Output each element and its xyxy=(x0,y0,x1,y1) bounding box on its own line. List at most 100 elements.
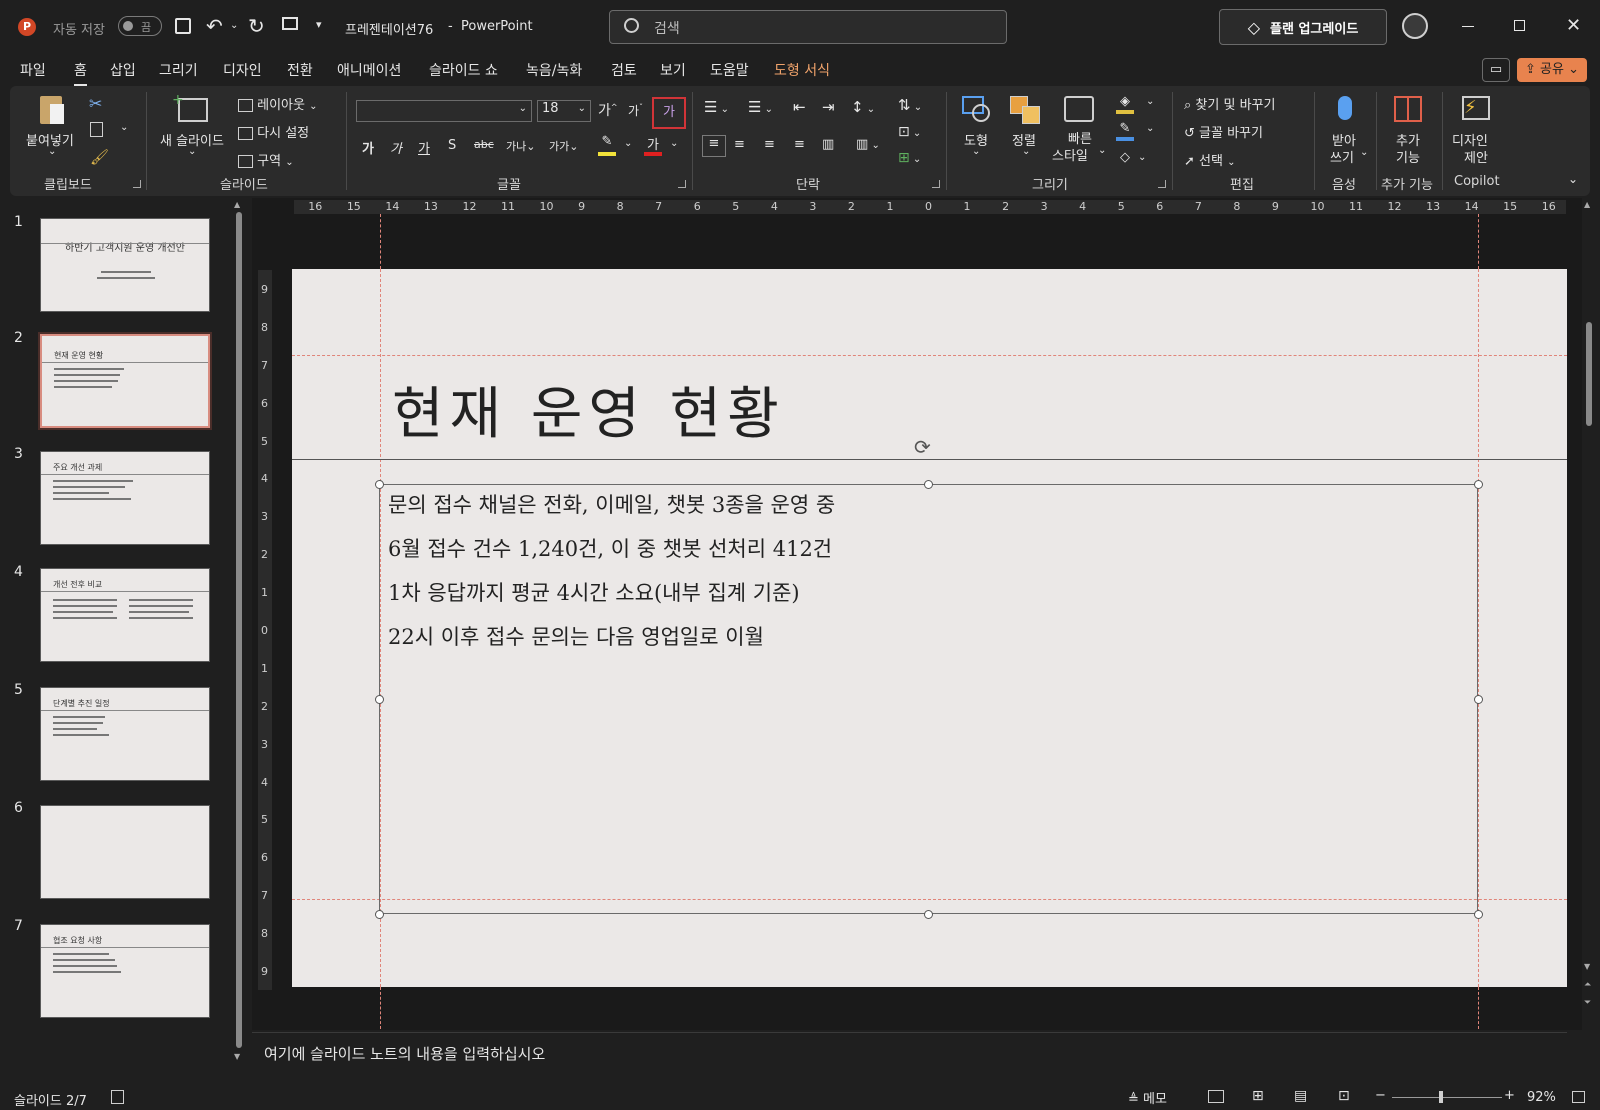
slide-thumbnail-4[interactable]: 개선 전후 비교 xyxy=(40,568,210,662)
decrease-indent-icon[interactable]: ⇤ xyxy=(793,98,806,116)
highlight-icon[interactable]: ✎ xyxy=(598,134,616,156)
clear-formatting-icon[interactable]: 가 xyxy=(652,97,686,129)
bullets-icon[interactable]: ☰ ⌄ xyxy=(704,98,729,116)
panel-scroll-up-icon[interactable]: ▲ xyxy=(234,200,240,209)
shape-fill-icon[interactable]: ◈ xyxy=(1116,94,1134,114)
tab-animations[interactable]: 애니메이션 xyxy=(337,60,401,80)
slide-thumbnail-7[interactable]: 협조 요청 사항 xyxy=(40,924,210,1018)
font-size-dropdown[interactable]: 18 ⌄ xyxy=(537,100,591,122)
font-name-dropdown[interactable]: ⌄ xyxy=(356,100,532,122)
resize-handle[interactable] xyxy=(375,480,384,489)
zoom-slider[interactable] xyxy=(1392,1091,1502,1103)
customize-toolbar-icon[interactable]: ▾ xyxy=(316,18,322,31)
arrange-button[interactable]: 정렬 ⌄ xyxy=(1004,94,1048,164)
bold-icon[interactable]: 가 xyxy=(362,138,374,157)
shape-outline-dropdown-icon[interactable]: ⌄ xyxy=(1146,123,1154,134)
share-button[interactable]: ⇪ 공유 ⌄ xyxy=(1517,58,1587,82)
increase-indent-icon[interactable]: ⇥ xyxy=(822,98,835,116)
resize-handle[interactable] xyxy=(375,695,384,704)
section-button[interactable]: 구역 ⌄ xyxy=(238,150,328,170)
designer-button[interactable]: ⚡ 디자인 제안 xyxy=(1452,94,1500,166)
resize-handle[interactable] xyxy=(1474,910,1483,919)
layout-button[interactable]: 레이아웃 ⌄ xyxy=(238,94,328,114)
slide-thumbnail-2[interactable]: 현재 운영 현황 xyxy=(38,332,212,430)
tab-transitions[interactable]: 전환 xyxy=(287,60,313,80)
previous-slide-icon[interactable]: ⏶ xyxy=(1584,980,1591,990)
slide-thumbnail-5[interactable]: 단계별 추진 일정 xyxy=(40,687,210,781)
align-right-icon[interactable]: ≡ xyxy=(764,137,775,152)
zoom-level[interactable]: 92% xyxy=(1527,1090,1556,1105)
distributed-icon[interactable]: ▥ xyxy=(822,137,834,152)
shape-effects-dropdown-icon[interactable]: ⌄ xyxy=(1138,152,1146,163)
next-slide-icon[interactable]: ⏷ xyxy=(1584,998,1591,1008)
tab-draw[interactable]: 그리기 xyxy=(159,60,198,80)
shapes-button[interactable]: 도형 ⌄ xyxy=(958,94,998,164)
tab-help[interactable]: 도움말 xyxy=(710,60,749,80)
paragraph-launcher-icon[interactable] xyxy=(932,180,940,188)
addins-button[interactable]: 추가 기능 xyxy=(1388,94,1432,166)
collapse-ribbon-icon[interactable]: ⌄ xyxy=(1568,172,1578,186)
align-center-icon[interactable]: ≡ xyxy=(734,137,745,152)
canvas-scroll-down-icon[interactable]: ▼ xyxy=(1584,962,1590,971)
quick-styles-button[interactable]: 빠른 스타일 ⌄ xyxy=(1052,94,1108,164)
tab-slideshow[interactable]: 슬라이드 쇼 xyxy=(429,60,498,80)
italic-icon[interactable]: 가 xyxy=(390,138,402,157)
justify-icon[interactable]: ≡ xyxy=(794,137,805,152)
close-icon[interactable]: ✕ xyxy=(1566,15,1581,36)
decrease-font-icon[interactable]: 가ˇ xyxy=(628,102,643,119)
smartart-icon[interactable]: ⊞ ⌄ xyxy=(898,150,921,166)
tab-home[interactable]: 홈 xyxy=(74,60,87,87)
reset-button[interactable]: 다시 설정 xyxy=(238,122,328,142)
maximize-icon[interactable] xyxy=(1514,20,1525,31)
tab-view[interactable]: 보기 xyxy=(660,60,686,80)
undo-dropdown-icon[interactable]: ⌄ xyxy=(230,20,238,31)
slide-title[interactable]: 현재 운영 현황 xyxy=(392,369,785,450)
normal-view-icon[interactable] xyxy=(1208,1090,1224,1103)
redo-icon[interactable]: ↻ xyxy=(248,14,265,38)
panel-scrollbar-thumb[interactable] xyxy=(236,212,242,1048)
tab-design[interactable]: 디자인 xyxy=(223,60,262,80)
char-spacing-icon[interactable]: 가나⌄ xyxy=(506,138,535,154)
zoom-slider-thumb[interactable] xyxy=(1439,1091,1443,1103)
text-direction-icon[interactable]: ⇅ ⌄ xyxy=(898,96,922,114)
slide-thumbnail-1[interactable]: 하반기 고객지원 운영 개선안 xyxy=(40,218,210,312)
accessibility-icon[interactable] xyxy=(111,1090,124,1104)
notes-pane[interactable]: 여기에 슬라이드 노트의 내용을 입력하십시오 xyxy=(252,1032,1567,1077)
canvas-scrollbar-thumb[interactable] xyxy=(1586,322,1592,426)
font-color-icon[interactable]: 가 xyxy=(644,134,662,156)
notes-toggle[interactable]: ≜ 메모 xyxy=(1128,1088,1167,1107)
drawing-launcher-icon[interactable] xyxy=(1158,180,1166,188)
align-left-icon[interactable]: ≡ xyxy=(702,135,726,157)
tab-file[interactable]: 파일 xyxy=(20,60,46,80)
resize-handle[interactable] xyxy=(375,910,384,919)
new-slide-button[interactable]: + 새 슬라이드 ⌄ xyxy=(158,92,228,166)
shape-outline-icon[interactable]: ✎ xyxy=(1116,121,1134,141)
strikethrough-icon[interactable]: abc xyxy=(474,138,494,151)
change-case-icon[interactable]: 가가⌄ xyxy=(549,138,578,154)
copy-icon[interactable] xyxy=(90,122,103,137)
shadow-icon[interactable]: S xyxy=(448,138,456,153)
undo-icon[interactable]: ↶ xyxy=(206,14,223,38)
canvas-scroll-up-icon[interactable]: ▲ xyxy=(1584,200,1590,209)
align-text-icon[interactable]: ⊡ ⌄ xyxy=(898,124,921,140)
search-box[interactable]: 검색 xyxy=(609,10,1007,44)
highlight-dropdown-icon[interactable]: ⌄ xyxy=(624,138,632,149)
slideshow-icon[interactable]: ⊡ xyxy=(1338,1088,1350,1104)
columns-icon[interactable]: ▥ ⌄ xyxy=(856,137,880,152)
clipboard-launcher-icon[interactable] xyxy=(133,180,141,188)
autosave-toggle[interactable]: 끔 xyxy=(118,16,162,36)
line-spacing-icon[interactable]: ↕ ⌄ xyxy=(851,98,875,116)
tab-insert[interactable]: 삽입 xyxy=(110,60,136,80)
select-button[interactable]: ➚ 선택 ⌄ xyxy=(1184,150,1304,170)
paste-button[interactable]: 붙여넣기 ⌄ xyxy=(26,94,80,166)
numbering-icon[interactable]: ☰ ⌄ xyxy=(748,98,773,116)
font-color-dropdown-icon[interactable]: ⌄ xyxy=(670,138,678,149)
resize-handle[interactable] xyxy=(1474,480,1483,489)
comments-icon[interactable]: ▭ xyxy=(1482,58,1510,82)
present-icon[interactable] xyxy=(282,17,298,30)
slide-thumbnail-6[interactable] xyxy=(40,805,210,899)
shape-fill-dropdown-icon[interactable]: ⌄ xyxy=(1146,96,1154,107)
cut-icon[interactable]: ✂ xyxy=(89,94,102,113)
upgrade-plan-button[interactable]: ◇ 플랜 업그레이드 xyxy=(1219,9,1387,45)
find-replace-button[interactable]: ⌕ 찾기 및 바꾸기 xyxy=(1184,94,1304,114)
